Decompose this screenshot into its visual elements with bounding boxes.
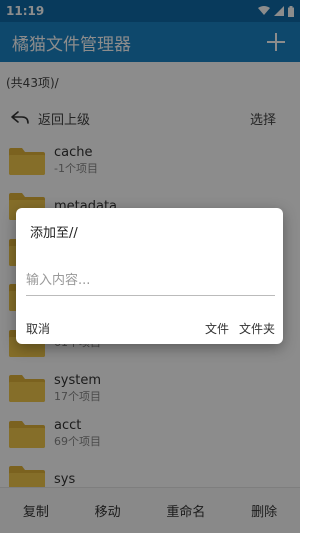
name-input[interactable] bbox=[26, 266, 275, 296]
create-file-button[interactable]: 文件 bbox=[205, 320, 229, 337]
cancel-button[interactable]: 取消 bbox=[26, 320, 50, 337]
create-folder-button[interactable]: 文件夹 bbox=[239, 320, 275, 337]
dialog-actions: 取消 文件 文件夹 bbox=[26, 320, 275, 337]
dialog-title: 添加至// bbox=[30, 226, 78, 241]
add-dialog: 添加至// 取消 文件 文件夹 bbox=[16, 208, 283, 344]
